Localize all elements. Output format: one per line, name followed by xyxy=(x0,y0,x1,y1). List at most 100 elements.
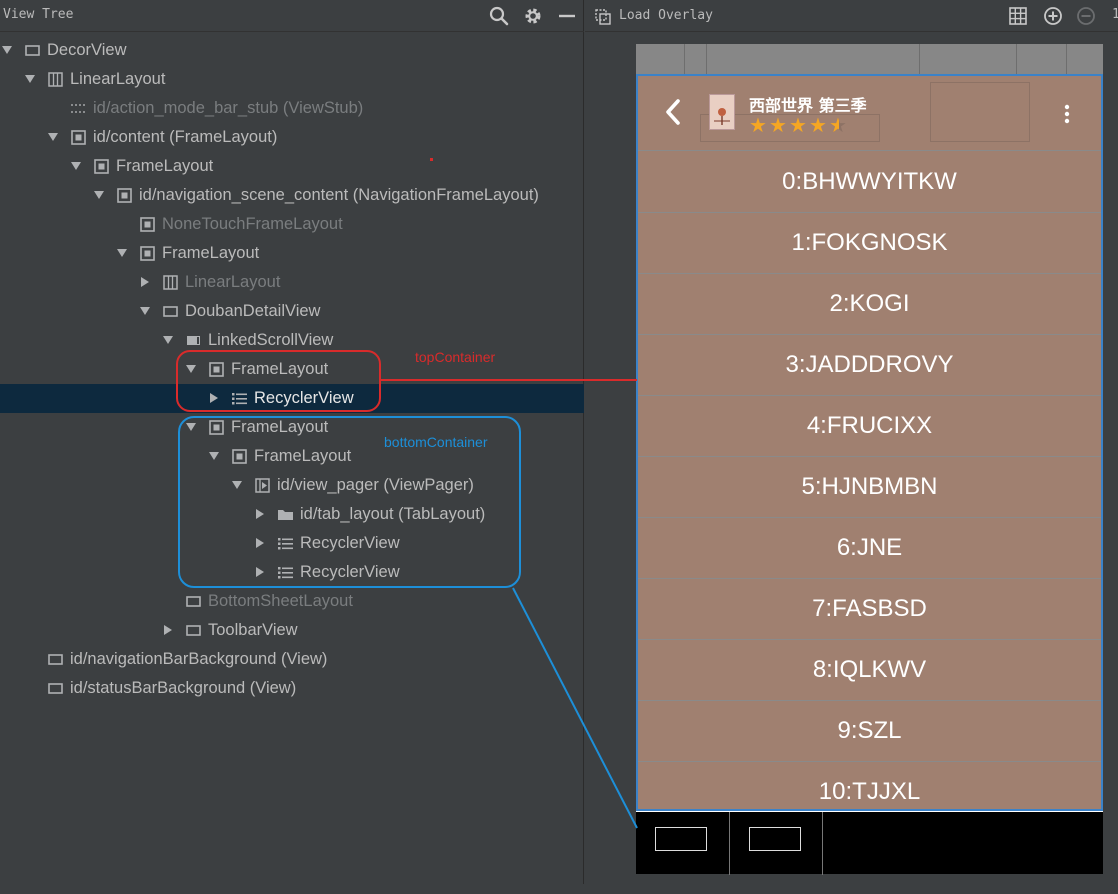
list-item-label: 6:JNE xyxy=(836,534,903,561)
list-item[interactable]: 8:IQLKWV xyxy=(638,640,1101,701)
gear-icon[interactable] xyxy=(522,5,544,27)
list-item-label: 2:KOGI xyxy=(829,290,910,317)
list-item-label: 4:FRUCIXX xyxy=(806,412,933,439)
collapse-arrow-icon[interactable] xyxy=(140,307,150,315)
list-item-label: 5:HJNBMBN xyxy=(801,473,938,500)
view-icon xyxy=(25,45,40,56)
list-item[interactable]: 2:KOGI xyxy=(638,274,1101,335)
linear-layout-icon xyxy=(163,275,178,290)
tree-node-label: FrameLayout xyxy=(162,244,260,262)
list-item[interactable]: 7:FASBSD xyxy=(638,579,1101,640)
poster-thumbnail xyxy=(709,94,735,130)
status-strip xyxy=(0,884,584,894)
tree-node[interactable]: id/navigation_scene_content (NavigationF… xyxy=(0,181,584,210)
list-item[interactable]: 6:JNE xyxy=(638,518,1101,579)
list-item-label: 8:IQLKWV xyxy=(812,656,927,683)
red-dot-mark xyxy=(430,158,433,161)
tree-node-label: LinkedScrollView xyxy=(208,331,334,349)
view-icon xyxy=(48,683,63,694)
view-icon xyxy=(186,625,201,636)
collapse-arrow-icon[interactable] xyxy=(94,191,104,199)
tree-node[interactable]: DecorView xyxy=(0,36,584,65)
zoom-indicator: 1 xyxy=(1112,7,1118,22)
nav-placeholder-rect xyxy=(749,827,801,851)
list-item-label: 10:TJJXL xyxy=(818,778,921,805)
collapse-arrow-icon[interactable] xyxy=(163,336,173,344)
tree-node-label: FrameLayout xyxy=(116,157,214,175)
list-item-label: 0:BHWWYITKW xyxy=(782,168,957,195)
app-content-area: 西部世界 第三季 ★★★★★★ 0:BHWWYITKW 1:FOKGNOSK 2:K… xyxy=(636,74,1103,811)
tree-node-label: NoneTouchFrameLayout xyxy=(162,215,343,233)
list-item-label: 7:FASBSD xyxy=(812,595,927,622)
nav-placeholder-rect xyxy=(655,827,707,851)
tree-node[interactable]: ToolbarView xyxy=(0,616,584,645)
list-item[interactable]: 3:JADDDROVY xyxy=(638,335,1101,396)
tree-node-label: DoubanDetailView xyxy=(185,302,321,320)
tree-node-label: BottomSheetLayout xyxy=(208,592,353,610)
search-icon[interactable] xyxy=(488,5,510,27)
tree-node[interactable]: BottomSheetLayout xyxy=(0,587,584,616)
list-item[interactable]: 10:TJJXL xyxy=(638,762,1101,809)
tree-node-label: id/navigationBarBackground (View) xyxy=(70,650,328,668)
view-icon xyxy=(163,306,178,317)
collapse-arrow-icon[interactable] xyxy=(117,249,127,257)
grid-icon[interactable] xyxy=(1008,6,1028,26)
viewstub-icon xyxy=(71,104,85,113)
list-item[interactable]: 5:HJNBMBN xyxy=(638,457,1101,518)
zoom-in-icon[interactable] xyxy=(1042,5,1064,27)
collapse-arrow-icon[interactable] xyxy=(2,46,12,54)
tree-node[interactable]: id/statusBarBackground (View) xyxy=(0,674,584,703)
view-icon xyxy=(48,654,63,665)
collapse-arrow-icon[interactable] xyxy=(71,162,81,170)
expand-arrow-icon[interactable] xyxy=(164,625,172,635)
app-toolbar: 西部世界 第三季 ★★★★★★ xyxy=(638,76,1101,151)
tree-node[interactable]: id/navigationBarBackground (View) xyxy=(0,645,584,674)
expand-arrow-icon[interactable] xyxy=(141,277,149,287)
back-arrow-icon[interactable] xyxy=(664,98,682,126)
frame-layout-icon xyxy=(71,130,86,145)
list-item-label: 9:SZL xyxy=(837,717,902,744)
tree-node-label: LinearLayout xyxy=(70,70,166,88)
view-tree-panel: View Tree DecorView LinearLayout id/action… xyxy=(0,0,584,894)
frame-layout-icon xyxy=(140,217,155,232)
star-half-icon: ★★ xyxy=(829,113,847,137)
collapse-arrow-icon[interactable] xyxy=(48,133,58,141)
list-item[interactable]: 1:FOKGNOSK xyxy=(638,213,1101,274)
tree-node[interactable]: id/action_mode_bar_stub (ViewStub) xyxy=(0,94,584,123)
tree-node-label: id/navigation_scene_content (NavigationF… xyxy=(139,186,539,204)
tree-node-label: id/action_mode_bar_stub (ViewStub) xyxy=(93,99,364,117)
tree-node[interactable]: LinearLayout xyxy=(0,65,584,94)
tree-node-label: DecorView xyxy=(47,41,127,59)
tree-node[interactable]: FrameLayout xyxy=(0,152,584,181)
view-tree-header: View Tree xyxy=(0,0,584,32)
list-item[interactable]: 9:SZL xyxy=(638,701,1101,762)
tree-node[interactable]: id/content (FrameLayout) xyxy=(0,123,584,152)
navigation-bar-area xyxy=(636,811,1103,875)
rating-stars: ★★★★★★ xyxy=(749,115,859,135)
tree-node[interactable]: LinearLayout xyxy=(0,268,584,297)
collapse-arrow-icon[interactable] xyxy=(25,75,35,83)
frame-layout-icon xyxy=(94,159,109,174)
list-item[interactable]: 4:FRUCIXX xyxy=(638,396,1101,457)
tree-node[interactable]: FrameLayout xyxy=(0,239,584,268)
layout-preview-panel: Load Overlay 1 西部世界 第三季 ★ ★ ★ ★ ★ 0:BHWW… xyxy=(585,0,1118,894)
list-item-label: 1:FOKGNOSK xyxy=(791,229,948,256)
view-tree-title: View Tree xyxy=(3,7,74,22)
frame-layout-icon xyxy=(140,246,155,261)
list-item[interactable]: 0:BHWWYITKW xyxy=(638,152,1101,213)
tree-node[interactable]: NoneTouchFrameLayout xyxy=(0,210,584,239)
tree-node-label: id/statusBarBackground (View) xyxy=(70,679,297,697)
more-vertical-icon[interactable] xyxy=(1064,104,1070,124)
tree-node-label: LinearLayout xyxy=(185,273,281,291)
star-full-icon: ★ xyxy=(789,113,807,137)
load-overlay-label: Load Overlay xyxy=(619,8,713,23)
load-overlay-icon xyxy=(595,9,611,25)
device-status-bar xyxy=(636,44,1103,74)
zoom-out-icon[interactable] xyxy=(1075,5,1097,27)
top-container-highlight xyxy=(176,350,381,412)
minimize-icon[interactable] xyxy=(556,5,578,27)
star-full-icon: ★ xyxy=(769,113,787,137)
tree-node[interactable]: DoubanDetailView xyxy=(0,297,584,326)
star-full-icon: ★ xyxy=(809,113,827,137)
device-screen: 西部世界 第三季 ★★★★★★ 0:BHWWYITKW 1:FOKGNOSK 2:K… xyxy=(636,44,1103,875)
